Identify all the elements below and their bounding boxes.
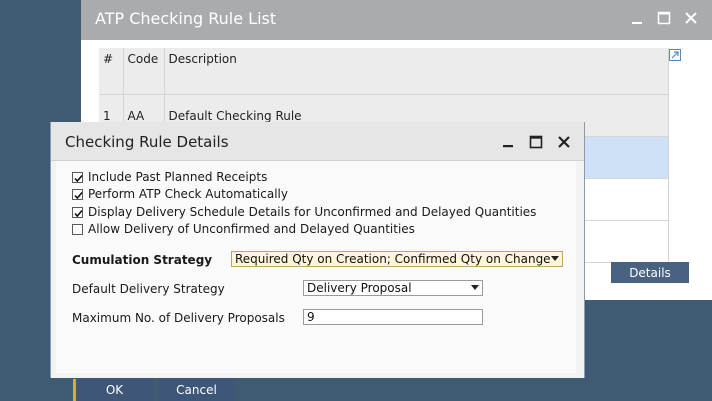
max-delivery-proposals-input[interactable]: 9 <box>303 309 483 325</box>
checkbox-label: Perform ATP Check Automatically <box>88 187 288 201</box>
column-header-description[interactable]: Description <box>164 48 669 95</box>
display-delivery-schedule-checkbox[interactable] <box>72 206 83 218</box>
list-window-titlebar[interactable]: ATP Checking Rule List <box>81 0 712 40</box>
perform-atp-check-checkbox[interactable] <box>72 188 83 200</box>
perform-atp-check-row[interactable]: Perform ATP Check Automatically <box>72 187 288 201</box>
close-icon[interactable] <box>684 11 698 25</box>
default-delivery-strategy-value: Delivery Proposal <box>307 281 412 295</box>
cumulation-strategy-value: Required Qty on Creation; Confirmed Qty … <box>235 252 551 266</box>
include-past-planned-receipts-row[interactable]: Include Past Planned Receipts <box>72 170 267 184</box>
display-delivery-schedule-row[interactable]: Display Delivery Schedule Details for Un… <box>72 205 536 219</box>
include-past-planned-receipts-checkbox[interactable] <box>72 171 83 183</box>
close-icon[interactable] <box>557 135 571 149</box>
cumulation-strategy-label: Cumulation Strategy <box>72 253 213 267</box>
checking-rule-details-dialog: Checking Rule Details Include Past Plann… <box>50 122 585 401</box>
default-delivery-strategy-label: Default Delivery Strategy <box>72 282 225 296</box>
minimize-icon[interactable] <box>630 11 644 25</box>
maximize-icon[interactable] <box>657 11 671 25</box>
column-header-code[interactable]: Code <box>123 48 165 95</box>
max-delivery-proposals-label: Maximum No. of Delivery Proposals <box>72 311 285 325</box>
details-button[interactable]: Details <box>611 262 689 283</box>
allow-delivery-row[interactable]: Allow Delivery of Unconfirmed and Delaye… <box>72 222 415 236</box>
cancel-button[interactable]: Cancel <box>158 379 235 401</box>
default-delivery-strategy-select[interactable]: Delivery Proposal <box>303 280 483 296</box>
dialog-title: Checking Rule Details <box>65 133 229 151</box>
allow-delivery-checkbox[interactable] <box>72 223 83 235</box>
dialog-content: Include Past Planned Receipts Perform AT… <box>56 161 576 401</box>
minimize-icon[interactable] <box>501 135 515 149</box>
checkmark-icon <box>74 209 83 217</box>
checkbox-label: Include Past Planned Receipts <box>88 170 268 184</box>
maximize-icon[interactable] <box>529 135 543 149</box>
dropdown-arrow-icon <box>551 256 559 262</box>
cumulation-strategy-select[interactable]: Required Qty on Creation; Confirmed Qty … <box>231 251 563 267</box>
expand-icon[interactable] <box>669 49 681 61</box>
list-window-title: ATP Checking Rule List <box>95 9 277 28</box>
column-header-number[interactable]: # <box>99 48 124 95</box>
ok-button[interactable]: OK <box>73 379 153 401</box>
checkbox-label: Allow Delivery of Unconfirmed and Delaye… <box>88 222 415 236</box>
checkmark-icon <box>74 174 83 182</box>
dialog-titlebar[interactable]: Checking Rule Details <box>51 122 584 161</box>
dropdown-arrow-icon <box>471 285 479 291</box>
checkmark-icon <box>74 191 83 199</box>
checkbox-label: Display Delivery Schedule Details for Un… <box>88 205 537 219</box>
